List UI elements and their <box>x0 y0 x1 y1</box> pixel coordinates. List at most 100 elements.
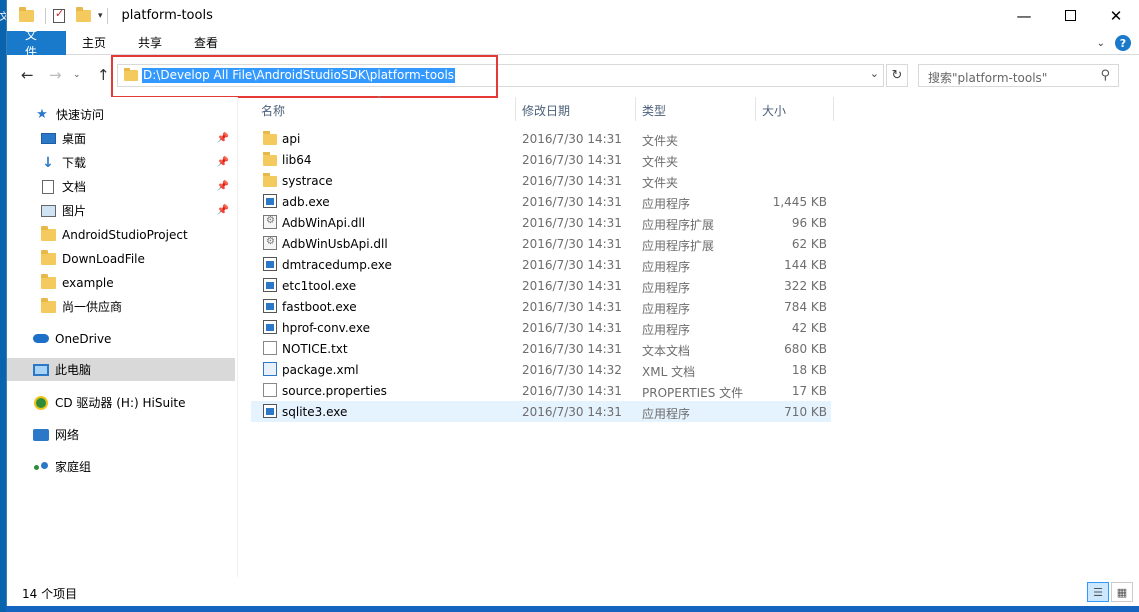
file-name: source.properties <box>282 384 387 398</box>
tab-share[interactable]: 共享 <box>122 31 178 55</box>
new-folder-icon[interactable] <box>74 6 92 25</box>
up-arrow-icon[interactable]: ↑ <box>97 66 110 84</box>
folder-icon <box>263 173 277 187</box>
address-path[interactable]: D:\Develop All File\AndroidStudioSDK\pla… <box>142 68 456 83</box>
computer-icon <box>33 362 49 378</box>
toolbar-divider <box>45 7 46 24</box>
nav-item-pictures[interactable]: 图片 📌 <box>7 199 235 222</box>
folder-icon <box>40 297 56 315</box>
search-icon[interactable]: ⚲ <box>1100 68 1110 83</box>
nav-item-supplier[interactable]: 尚一供应商 <box>7 295 235 318</box>
file-row[interactable]: AdbWinApi.dll 2016/7/30 14:31 应用程序扩展 96 KB <box>251 212 831 233</box>
folder-icon[interactable] <box>17 6 35 25</box>
column-header-size[interactable]: 大小 <box>762 102 786 119</box>
window-title: platform-tools <box>121 8 213 23</box>
star-icon: ★ <box>36 107 48 122</box>
column-header-date[interactable]: 修改日期 <box>522 102 570 119</box>
nav-quick-access[interactable]: ★ 快速访问 <box>7 103 235 126</box>
file-row[interactable]: sqlite3.exe 2016/7/30 14:31 应用程序 710 KB <box>251 401 831 422</box>
nav-item-cd-drive[interactable]: CD 驱动器 (H:) HiSuite <box>7 391 235 414</box>
file-date: 2016/7/30 14:31 <box>522 279 622 293</box>
expand-ribbon-icon[interactable]: ⌄ <box>1097 38 1105 49</box>
nav-item-this-pc[interactable]: 此电脑 <box>7 358 235 381</box>
nav-item-downloads[interactable]: ↓ 下载 📌 <box>7 151 235 174</box>
close-button[interactable]: ✕ <box>1093 0 1139 31</box>
file-row[interactable]: source.properties 2016/7/30 14:31 PROPERTI… <box>251 380 831 401</box>
file-row[interactable]: NOTICE.txt 2016/7/30 14:31 文本文档 680 KB <box>251 338 831 359</box>
file-row[interactable]: lib64 2016/7/30 14:31 文件夹 <box>251 149 831 170</box>
file-size: 96 KB <box>791 216 827 230</box>
pane-divider[interactable] <box>237 97 238 577</box>
column-divider[interactable] <box>515 97 516 121</box>
column-divider[interactable] <box>755 97 756 121</box>
file-row[interactable]: etc1tool.exe 2016/7/30 14:31 应用程序 322 KB <box>251 275 831 296</box>
address-dropdown-icon[interactable]: ⌄ <box>870 67 879 80</box>
nav-item-homegroup[interactable]: 家庭组 <box>7 455 235 478</box>
nav-label: 图片 <box>62 204 87 218</box>
nav-label: AndroidStudioProject <box>62 227 188 242</box>
file-type: 应用程序 <box>642 260 691 274</box>
nav-item-downloadfile[interactable]: DownLoadFile <box>7 247 235 270</box>
nav-label: OneDrive <box>55 331 112 346</box>
customize-toolbar-dropdown-icon[interactable]: ▾ <box>98 11 103 21</box>
details-view-button[interactable]: ☰ <box>1087 582 1109 602</box>
application-icon <box>263 320 277 334</box>
file-row[interactable]: package.xml 2016/7/30 14:32 XML 文档 18 KB <box>251 359 831 380</box>
file-type: 文件夹 <box>642 134 679 148</box>
file-row[interactable]: api 2016/7/30 14:31 文件夹 <box>251 128 831 149</box>
address-row: ← → ⌄ ↑ D:\Develop All File\AndroidStudi… <box>7 56 1139 94</box>
help-icon[interactable]: ? <box>1115 35 1131 51</box>
file-name: NOTICE.txt <box>282 342 348 356</box>
status-bar: 14 个项目 ☰ ▦ <box>7 577 1139 606</box>
refresh-button[interactable]: ↻ <box>886 64 908 87</box>
file-row[interactable]: hprof-conv.exe 2016/7/30 14:31 应用程序 42 KB <box>251 317 831 338</box>
file-row[interactable]: dmtracedump.exe 2016/7/30 14:31 应用程序 144 KB <box>251 254 831 275</box>
column-header-name[interactable]: 名称 <box>261 102 285 119</box>
folder-icon <box>40 249 56 267</box>
tab-view[interactable]: 查看 <box>178 31 234 55</box>
network-icon <box>33 427 49 443</box>
tab-home[interactable]: 主页 <box>66 31 122 55</box>
homegroup-icon <box>33 459 49 475</box>
recent-locations-icon[interactable]: ⌄ <box>73 70 81 80</box>
file-row[interactable]: adb.exe 2016/7/30 14:31 应用程序 1,445 KB <box>251 191 831 212</box>
nav-label: 文档 <box>62 180 87 194</box>
column-divider[interactable] <box>833 97 834 121</box>
nav-item-onedrive[interactable]: OneDrive <box>7 327 235 350</box>
file-name: AdbWinUsbApi.dll <box>282 237 388 251</box>
pin-icon[interactable]: 📌 <box>217 133 229 144</box>
file-row[interactable]: fastboot.exe 2016/7/30 14:31 应用程序 784 KB <box>251 296 831 317</box>
document-icon <box>40 179 56 195</box>
file-row[interactable]: systrace 2016/7/30 14:31 文件夹 <box>251 170 831 191</box>
maximize-button[interactable] <box>1047 0 1093 31</box>
nav-item-example[interactable]: example <box>7 271 235 294</box>
nav-item-androidstudioproject[interactable]: AndroidStudioProject <box>7 223 235 246</box>
pin-icon[interactable]: 📌 <box>217 157 229 168</box>
nav-item-network[interactable]: 网络 <box>7 423 235 446</box>
column-header-type[interactable]: 类型 <box>642 102 666 119</box>
minimize-button[interactable]: — <box>1001 0 1047 31</box>
item-count: 14 个项目 <box>22 587 78 601</box>
column-divider[interactable] <box>635 97 636 121</box>
nav-label: 快速访问 <box>56 108 105 122</box>
file-date: 2016/7/30 14:31 <box>522 132 622 146</box>
file-row[interactable]: AdbWinUsbApi.dll 2016/7/30 14:31 应用程序扩展 62 … <box>251 233 831 254</box>
forward-arrow-icon[interactable]: → <box>49 66 62 84</box>
properties-icon[interactable] <box>50 7 68 25</box>
pin-icon[interactable]: 📌 <box>217 205 229 216</box>
search-input[interactable]: 搜索"platform-tools" ⚲ <box>918 64 1119 87</box>
file-size: 322 KB <box>784 279 827 293</box>
large-icons-view-button[interactable]: ▦ <box>1111 582 1133 602</box>
nav-item-documents[interactable]: 文档 📌 <box>7 175 235 198</box>
back-arrow-icon[interactable]: ← <box>21 66 34 84</box>
file-date: 2016/7/30 14:31 <box>522 237 622 251</box>
pin-icon[interactable]: 📌 <box>217 181 229 192</box>
application-icon <box>263 404 277 418</box>
file-name: dmtracedump.exe <box>282 258 392 272</box>
tab-file[interactable]: 文件 <box>7 28 66 59</box>
text-file-icon <box>263 341 277 355</box>
file-date: 2016/7/30 14:31 <box>522 258 622 272</box>
toolbar-divider <box>106 7 108 24</box>
address-bar[interactable]: D:\Develop All File\AndroidStudioSDK\pla… <box>117 64 884 87</box>
nav-item-desktop[interactable]: 桌面 📌 <box>7 127 235 150</box>
